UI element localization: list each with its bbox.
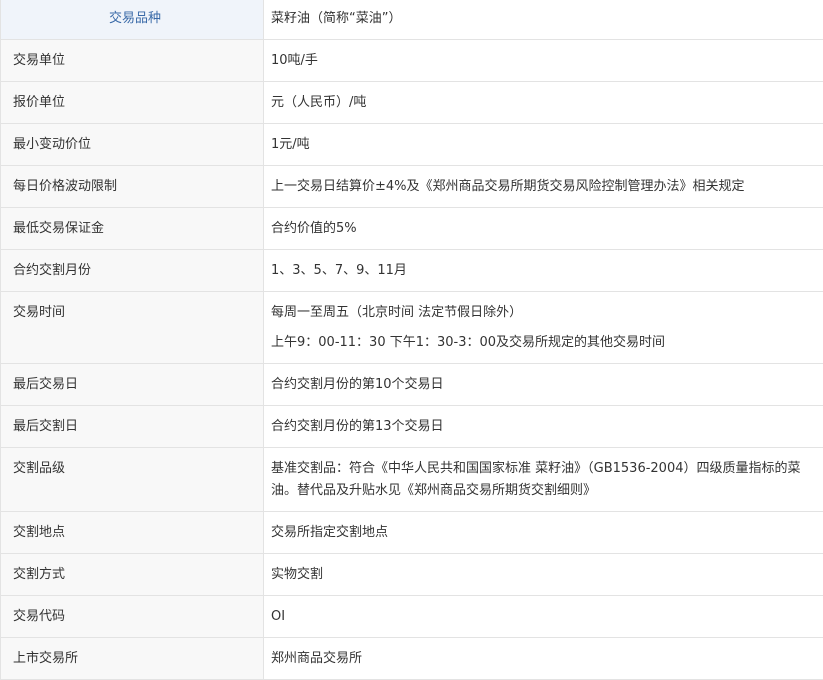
row-label: 最后交易日: [13, 364, 257, 405]
table-row-last-trading-day: 最后交易日 合约交割月份的第10个交易日: [1, 364, 823, 406]
table-row-trading-unit: 交易单位 10吨/手: [1, 40, 823, 82]
row-value: 1元/吨: [271, 124, 818, 165]
row-value: 实物交割: [271, 554, 818, 595]
row-value: 10吨/手: [271, 40, 818, 81]
row-label: 交割地点: [13, 512, 257, 553]
row-label: 最低交易保证金: [13, 208, 257, 249]
row-value: 交易所指定交割地点: [271, 512, 818, 553]
header-label: 交易品种: [13, 0, 257, 39]
table-row-delivery-location: 交割地点 交易所指定交割地点: [1, 512, 823, 554]
table-row-exchange: 上市交易所 郑州商品交易所: [1, 638, 823, 680]
row-label: 上市交易所: [13, 638, 257, 679]
table-row-ticker: 交易代码 OI: [1, 596, 823, 638]
row-label: 每日价格波动限制: [13, 166, 257, 207]
row-value-line-1: 每周一至周五（北京时间 法定节假日除外）: [271, 302, 818, 324]
row-value: 上一交易日结算价±4%及《郑州商品交易所期货交易风险控制管理办法》相关规定: [271, 166, 818, 207]
row-label: 最小变动价位: [13, 124, 257, 165]
row-label: 交易代码: [13, 596, 257, 637]
table-row-margin: 最低交易保证金 合约价值的5%: [1, 208, 823, 250]
row-value: 郑州商品交易所: [271, 638, 818, 679]
table-row-trading-hours: 交易时间 每周一至周五（北京时间 法定节假日除外） 上午9：00-11：30 下…: [1, 292, 823, 364]
row-label: 最后交割日: [13, 406, 257, 447]
header-label-cell: 交易品种: [1, 0, 264, 40]
row-value: 基准交割品：符合《中华人民共和国国家标准 菜籽油》（GB1536-2004）四级…: [271, 448, 818, 511]
row-value: 1、3、5、7、9、11月: [271, 250, 818, 291]
row-label: 交割品级: [13, 448, 257, 489]
row-value: 合约价值的5%: [271, 208, 818, 249]
row-label: 交易时间: [13, 292, 257, 333]
row-label: 交易单位: [13, 40, 257, 81]
row-value: 元（人民币）/吨: [271, 82, 818, 123]
table-row-last-delivery-day: 最后交割日 合约交割月份的第13个交易日: [1, 406, 823, 448]
table-row-min-tick: 最小变动价位 1元/吨: [1, 124, 823, 166]
row-value: OI: [271, 596, 818, 637]
row-label: 报价单位: [13, 82, 257, 123]
table-row-delivery-months: 合约交割月份 1、3、5、7、9、11月: [1, 250, 823, 292]
row-label: 交割方式: [13, 554, 257, 595]
row-value: 合约交割月份的第13个交易日: [271, 406, 818, 447]
row-value-line-2: 上午9：00-11：30 下午1：30-3：00及交易所规定的其他交易时间: [271, 332, 818, 354]
header-value-cell: 菜籽油（简称“菜油”）: [264, 0, 823, 40]
table-row-delivery-grade: 交割品级 基准交割品：符合《中华人民共和国国家标准 菜籽油》（GB1536-20…: [1, 448, 823, 512]
table-row-delivery-method: 交割方式 实物交割: [1, 554, 823, 596]
row-value: 合约交割月份的第10个交易日: [271, 364, 818, 405]
row-label: 合约交割月份: [13, 250, 257, 291]
table-row-quote-unit: 报价单位 元（人民币）/吨: [1, 82, 823, 124]
table-row-daily-limit: 每日价格波动限制 上一交易日结算价±4%及《郑州商品交易所期货交易风险控制管理办…: [1, 166, 823, 208]
table-header-row: 交易品种 菜籽油（简称“菜油”）: [1, 0, 823, 40]
header-value: 菜籽油（简称“菜油”）: [271, 0, 818, 39]
contract-spec-table: 交易品种 菜籽油（简称“菜油”） 交易单位 10吨/手 报价单位 元（人民币）/…: [0, 0, 823, 680]
